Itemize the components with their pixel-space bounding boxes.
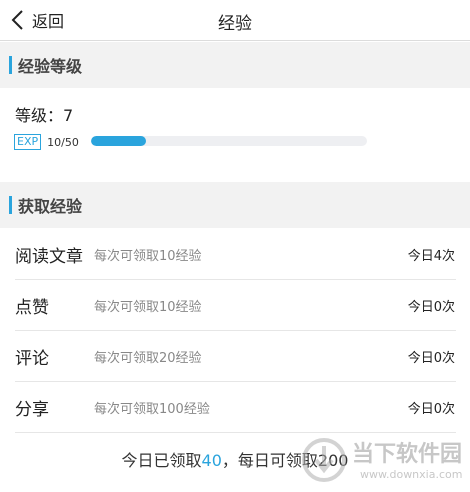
- section-accent-bar: [9, 56, 12, 74]
- exp-progress-bar: [91, 136, 367, 146]
- task-row-like: 点赞 每次可领取10经验 今日0次: [15, 280, 456, 331]
- task-name: 点赞: [15, 297, 49, 318]
- task-status: 今日0次: [407, 350, 455, 366]
- task-row-share: 分享 每次可领取100经验 今日0次: [15, 382, 456, 433]
- task-status: 今日4次: [407, 248, 455, 264]
- task-status: 今日0次: [407, 401, 455, 417]
- task-desc: 每次可领取20经验: [94, 350, 202, 366]
- top-bar: 返回 经验: [0, 0, 470, 41]
- level-text: 等级：7: [15, 106, 74, 125]
- task-desc: 每次可领取10经验: [94, 299, 202, 315]
- section-title: 经验等级: [18, 57, 83, 76]
- page-title: 经验: [218, 14, 252, 34]
- section-accent-bar: [9, 196, 12, 214]
- exp-badge: EXP: [14, 134, 42, 150]
- exp-row: EXP 10/50: [14, 133, 79, 151]
- summary-middle: ，每日可领取: [221, 451, 318, 470]
- task-name: 评论: [15, 348, 49, 369]
- task-desc: 每次可领取10经验: [94, 248, 202, 264]
- task-status: 今日0次: [407, 299, 455, 315]
- summary-prefix: 今日已领取: [121, 451, 202, 470]
- summary-daily-max: 200: [317, 451, 349, 470]
- exp-progress-fill: [91, 136, 147, 146]
- task-name: 分享: [15, 399, 49, 420]
- section-header-earn: 获取经验: [0, 182, 470, 228]
- section-title: 获取经验: [18, 197, 83, 216]
- task-desc: 每次可领取100经验: [94, 401, 210, 417]
- daily-summary: 今日已领取40，每日可领取200: [0, 447, 470, 471]
- summary-claimed: 40: [201, 451, 222, 470]
- exp-count: 10/50: [47, 135, 79, 149]
- task-row-comment: 评论 每次可领取20经验 今日0次: [15, 331, 456, 382]
- task-name: 阅读文章: [15, 246, 83, 267]
- task-list: 阅读文章 每次可领取10经验 今日4次 点赞 每次可领取10经验 今日0次 评论…: [0, 229, 470, 433]
- task-row-read: 阅读文章 每次可领取10经验 今日4次: [15, 229, 456, 280]
- section-header-level: 经验等级: [0, 42, 470, 88]
